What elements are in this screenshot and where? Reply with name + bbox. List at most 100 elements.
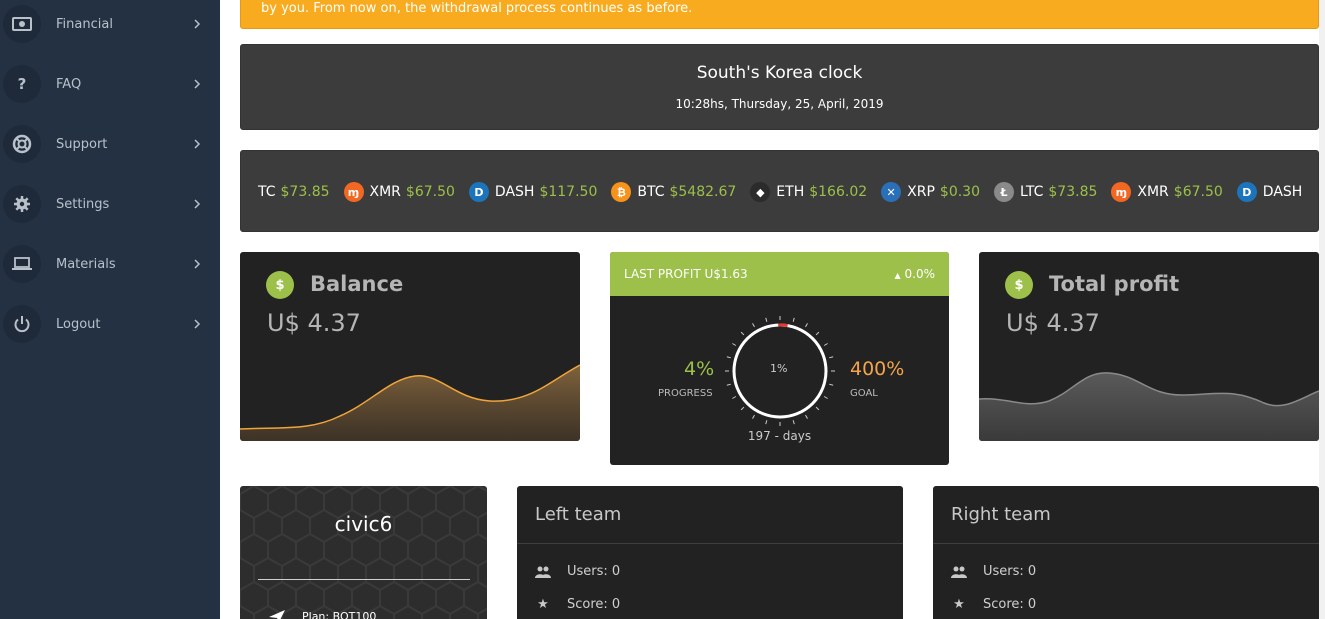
ticker-price: $73.85 bbox=[1048, 184, 1098, 200]
gauge-tick bbox=[823, 343, 828, 346]
ticker-item: ₿ BTC $5482.67 bbox=[611, 182, 736, 202]
sidebar-item-settings[interactable]: Settings bbox=[0, 184, 220, 224]
gauge-tick bbox=[732, 396, 737, 399]
power-icon bbox=[3, 305, 41, 343]
sidebar-item-label: Support bbox=[56, 136, 108, 152]
gauge-tick bbox=[829, 356, 834, 359]
right-team-users: Users: 0 bbox=[951, 564, 1036, 579]
right-team-title: Right team bbox=[951, 504, 1051, 525]
ticker-item: ◆ ETH $166.02 bbox=[750, 182, 867, 202]
balance-title: Balance bbox=[310, 272, 404, 296]
sidebar-item-label: Materials bbox=[56, 256, 116, 272]
progress-label: PROGRESS bbox=[658, 388, 713, 399]
ticker-track: TC $73.85 ɱ XMR $67.50 D DASH $117.50 ₿ BTC $5482.… bbox=[258, 182, 1318, 202]
dash-coin-icon: D bbox=[468, 182, 489, 202]
chevron-right-icon bbox=[194, 79, 201, 89]
ticker-item: TC $73.85 bbox=[258, 184, 330, 200]
ticker-symbol: XRP bbox=[907, 184, 935, 200]
gauge-tick bbox=[765, 420, 768, 425]
star-icon: ★ bbox=[537, 597, 549, 612]
ticker-price: $0.30 bbox=[939, 184, 980, 200]
gauge-tick bbox=[765, 317, 768, 322]
dollar-icon: $ bbox=[1005, 271, 1033, 299]
chevron-right-icon bbox=[194, 199, 201, 209]
page-scrollbar[interactable] bbox=[1319, 0, 1325, 619]
gauge-tick bbox=[805, 414, 808, 419]
korea-clock-panel: South's Korea clock 10:28hs, Thursday, 2… bbox=[240, 44, 1319, 130]
ticker-symbol: XMR bbox=[1137, 184, 1169, 200]
chevron-right-icon bbox=[194, 259, 201, 269]
goal-value: 400% bbox=[850, 358, 905, 380]
lifebuoy-icon bbox=[3, 125, 41, 163]
ticker-symbol: XMR bbox=[369, 184, 401, 200]
dollar-icon: $ bbox=[266, 271, 294, 299]
crypto-ticker: TC $73.85 ɱ XMR $67.50 D DASH $117.50 ₿ BTC $5482.… bbox=[240, 150, 1319, 232]
chevron-right-icon bbox=[194, 319, 201, 329]
caret-up-icon: ▲ bbox=[894, 271, 901, 280]
total-profit-title: Total profit bbox=[1049, 272, 1180, 296]
xmr-coin-icon: ɱ bbox=[1111, 182, 1132, 202]
ticker-symbol: DASH bbox=[494, 184, 535, 200]
sidebar-item-label: Financial bbox=[56, 16, 113, 32]
ticker-price: $117.50 bbox=[539, 184, 598, 200]
sidebar-item-support[interactable]: Support bbox=[0, 124, 220, 164]
sidebar-item-materials[interactable]: Materials bbox=[0, 244, 220, 284]
ticker-price: $67.50 bbox=[1173, 184, 1223, 200]
gauge-tick bbox=[815, 331, 820, 336]
plan-label: Plan: BOT100 bbox=[302, 609, 377, 619]
divider bbox=[517, 543, 903, 544]
divider bbox=[933, 543, 1319, 544]
gauge-tick bbox=[805, 323, 808, 328]
ticker-symbol: ETH bbox=[776, 184, 805, 200]
chevron-right-icon bbox=[194, 139, 201, 149]
gauge-tick bbox=[732, 343, 737, 346]
eth-coin-icon: ◆ bbox=[750, 182, 771, 202]
ticker-item: ɱ XMR $67.50 bbox=[1111, 182, 1223, 202]
total-profit-sparkline bbox=[979, 372, 1319, 441]
sidebar-item-label: FAQ bbox=[56, 76, 82, 92]
left-team-users: Users: 0 bbox=[535, 564, 620, 579]
gauge-tick bbox=[726, 383, 731, 386]
ticker-symbol: TC bbox=[258, 184, 276, 200]
balance-sparkline bbox=[240, 364, 580, 441]
laptop-icon bbox=[3, 245, 41, 283]
gauge-tick bbox=[829, 383, 834, 386]
ltc-coin-icon: Ł bbox=[994, 182, 1014, 202]
balance-card: $ Balance U$ 4.37 bbox=[240, 252, 580, 441]
ticker-price: $67.50 bbox=[405, 184, 455, 200]
right-team-score: ★ Score: 0 bbox=[951, 597, 1036, 612]
gear-icon bbox=[3, 185, 41, 223]
users-icon bbox=[951, 565, 967, 579]
gauge-tick bbox=[740, 406, 745, 411]
user-card: civic6 Plan: BOT100 bbox=[240, 486, 487, 619]
gauge-tick bbox=[726, 356, 731, 359]
sidebar-item-logout[interactable]: Logout bbox=[0, 304, 220, 344]
plan-row: Plan: BOT100 bbox=[268, 609, 376, 619]
username: civic6 bbox=[334, 512, 393, 536]
warning-alert: by you. From now on, the withdrawal proc… bbox=[240, 0, 1319, 29]
days-remaining: 197 - days bbox=[747, 429, 812, 443]
sidebar: Financial ? FAQ Support Settings Materia… bbox=[0, 0, 220, 619]
gauge-tick bbox=[752, 323, 755, 328]
left-team-score: ★ Score: 0 bbox=[535, 597, 620, 612]
sidebar-item-faq[interactable]: ? FAQ bbox=[0, 64, 220, 104]
btc-coin-icon: ₿ bbox=[611, 182, 632, 202]
gauge-tick bbox=[792, 317, 795, 322]
progress-value: 4% bbox=[684, 358, 715, 380]
last-profit-change: ▲ 0.0% bbox=[894, 267, 935, 281]
ticker-price: $73.85 bbox=[280, 184, 330, 200]
alert-text: by you. From now on, the withdrawal proc… bbox=[261, 1, 693, 16]
gauge-tick bbox=[752, 414, 755, 419]
ticker-symbol: BTC bbox=[637, 184, 665, 200]
star-icon: ★ bbox=[953, 597, 965, 612]
ticker-item: Ł LTC $73.85 bbox=[994, 182, 1097, 202]
total-profit-card: $ Total profit U$ 4.37 bbox=[979, 252, 1319, 441]
dash-coin-icon: D bbox=[1236, 182, 1257, 202]
sidebar-item-financial[interactable]: Financial bbox=[0, 4, 220, 44]
ticker-item: ɱ XMR $67.50 bbox=[343, 182, 455, 202]
paper-plane-icon bbox=[269, 610, 285, 619]
ticker-item: D DASH bbox=[1236, 182, 1308, 202]
ticker-symbol: LTC bbox=[1020, 184, 1044, 200]
sidebar-item-label: Settings bbox=[56, 196, 110, 212]
question-icon: ? bbox=[3, 65, 41, 103]
